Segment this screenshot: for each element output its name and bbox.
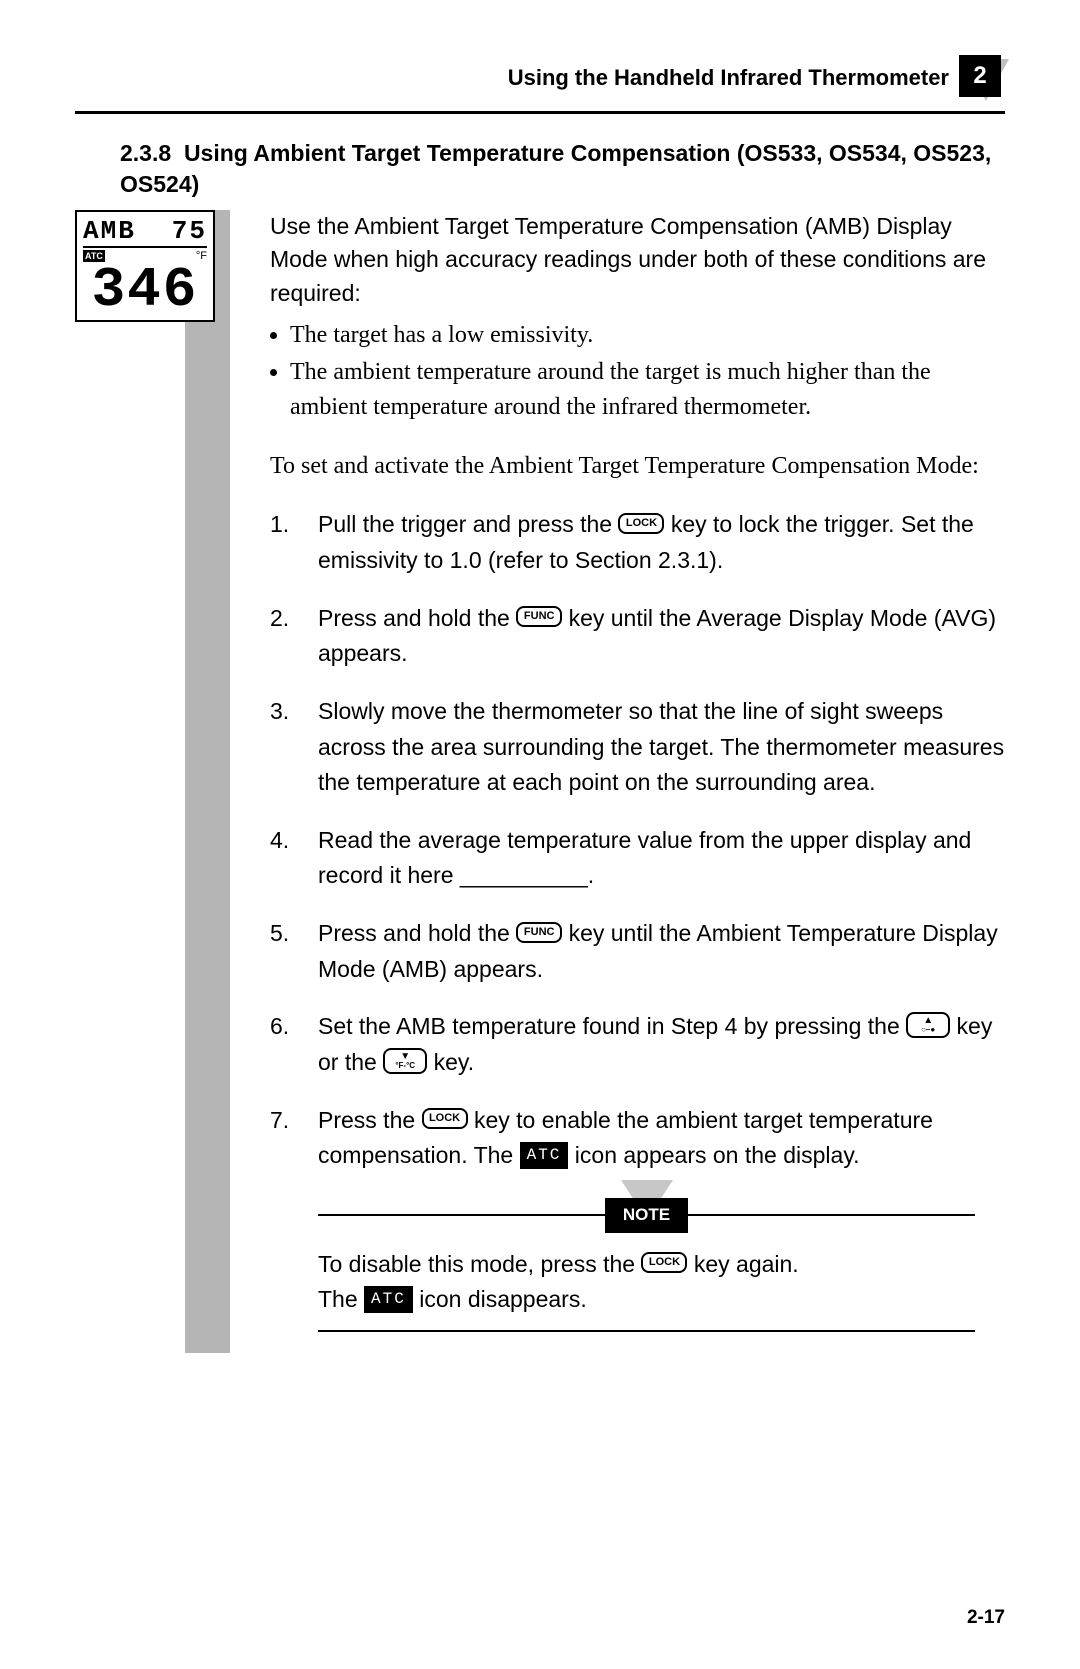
note-text: To disable this mode, press the LOCK key… [318, 1247, 975, 1318]
chapter-marker-icon: 2 [959, 55, 1005, 101]
step-3: 3. Slowly move the thermometer so that t… [270, 694, 1005, 801]
lock-key-icon: LOCK [641, 1252, 687, 1273]
vertical-gray-bar [185, 210, 230, 1353]
left-column: AMB 75 ATC °F 346 [75, 210, 230, 1343]
note-block: NOTE To disable this mode, press the LOC… [318, 1198, 975, 1332]
note-header-rule: NOTE [318, 1198, 975, 1233]
chapter-number: 2 [959, 55, 1001, 97]
body-text: Use the Ambient Target Temperature Compe… [230, 210, 1005, 1343]
lcd-top-label: AMB [83, 216, 136, 246]
page: Using the Handheld Infrared Thermometer … [0, 0, 1080, 1669]
lock-key-icon: LOCK [422, 1108, 468, 1129]
page-number: 2-17 [967, 1607, 1005, 1629]
header-rule [75, 111, 1005, 114]
atc-icon: ATC [520, 1142, 569, 1169]
func-key-icon: FUNC [516, 606, 562, 627]
down-key-icon: °F-°C [383, 1048, 427, 1074]
step-6: 6. Set the AMB temperature found in Step… [270, 1009, 1005, 1080]
step-2: 2. Press and hold the FUNC key until the… [270, 601, 1005, 672]
lcd-main-value: 346 [83, 264, 207, 316]
lcd-top-value: 75 [172, 216, 207, 246]
step-5: 5. Press and hold the FUNC key until the… [270, 916, 1005, 987]
step-7: 7. Press the LOCK key to enable the ambi… [270, 1103, 1005, 1174]
up-key-icon: ○–● [906, 1012, 950, 1038]
note-bottom-rule [318, 1330, 975, 1332]
bullet-item: The ambient temperature around the targe… [290, 355, 1005, 425]
step-4: 4. Read the average temperature value fr… [270, 823, 1005, 894]
step-1: 1. Pull the trigger and press the LOCK k… [270, 507, 1005, 578]
intro-paragraph: Use the Ambient Target Temperature Compe… [270, 210, 1005, 310]
note-label: NOTE [605, 1198, 688, 1233]
steps-list: 1. Pull the trigger and press the LOCK k… [270, 507, 1005, 1174]
lead-paragraph: To set and activate the Ambient Target T… [270, 449, 1005, 484]
bullet-list: The target has a low emissivity. The amb… [270, 318, 1005, 424]
page-header: Using the Handheld Infrared Thermometer … [75, 55, 1005, 101]
func-key-icon: FUNC [516, 922, 562, 943]
lcd-display: AMB 75 ATC °F 346 [75, 210, 215, 322]
header-title: Using the Handheld Infrared Thermometer [508, 65, 949, 91]
atc-icon: ATC [364, 1286, 413, 1313]
bullet-item: The target has a low emissivity. [290, 318, 1005, 353]
lock-key-icon: LOCK [618, 513, 664, 534]
section-heading: 2.3.8 Using Ambient Target Temperature C… [120, 138, 1005, 200]
